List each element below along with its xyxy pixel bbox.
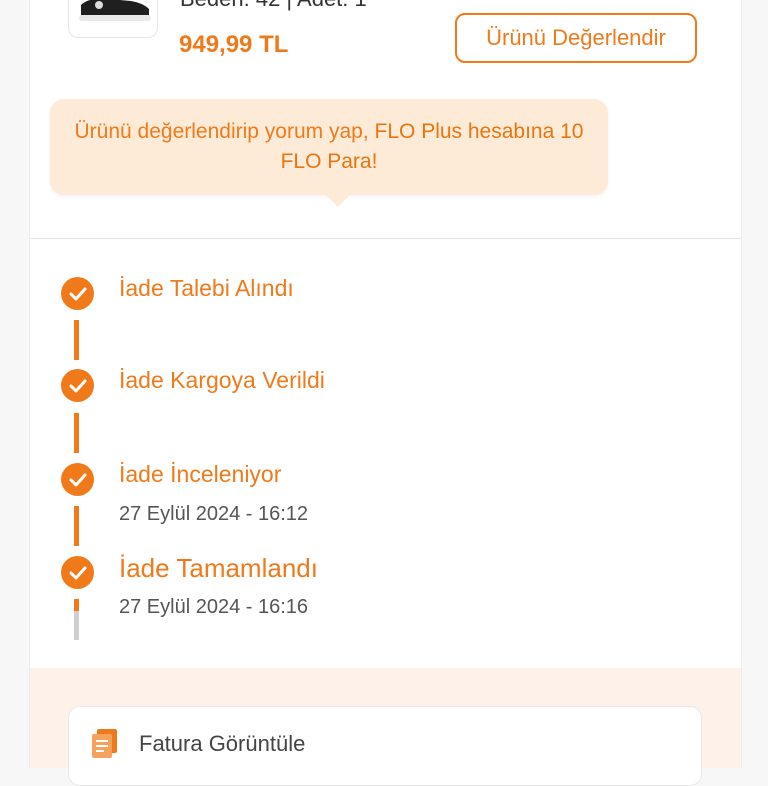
- view-invoice-button[interactable]: Fatura Görüntüle: [68, 706, 702, 786]
- timeline-connector: [74, 506, 79, 546]
- step-title: İade Tamamlandı: [119, 553, 318, 583]
- timeline-connector: [74, 413, 79, 453]
- step-date: 27 Eylül 2024 - 16:12: [119, 503, 309, 525]
- check-icon: [61, 277, 94, 310]
- order-detail-panel: Beden: 42 | Adet: 1 949,99 TL Ürünü Değe…: [29, 0, 742, 786]
- review-promo-tooltip: Ürünü değerlendirip yorum yap, FLO Plus …: [50, 99, 608, 195]
- timeline-connector: [74, 320, 79, 360]
- step-title: İade İnceleniyor: [119, 461, 282, 487]
- rate-product-button[interactable]: Ürünü Değerlendir: [455, 13, 697, 63]
- promo-tooltip-arrow: [326, 195, 350, 207]
- timeline-connector: [74, 599, 79, 611]
- step-date: 27 Eylül 2024 - 16:16: [119, 596, 309, 618]
- product-price: 949,99 TL: [179, 31, 289, 58]
- step-title: İade Kargoya Verildi: [119, 367, 325, 393]
- step-title: İade Talebi Alındı: [119, 275, 294, 301]
- section-divider: [30, 238, 741, 239]
- product-thumbnail[interactable]: [68, 0, 158, 38]
- invoice-icon: [89, 727, 121, 764]
- product-size-quantity: Beden: 42 | Adet: 1: [180, 0, 367, 12]
- invoice-label: Fatura Görüntüle: [139, 731, 306, 756]
- check-icon: [61, 369, 94, 402]
- timeline-connector-end: [74, 611, 79, 640]
- promo-text: Ürünü değerlendirip yorum yap,: [74, 120, 375, 143]
- check-icon: [61, 463, 94, 496]
- check-icon: [61, 556, 94, 589]
